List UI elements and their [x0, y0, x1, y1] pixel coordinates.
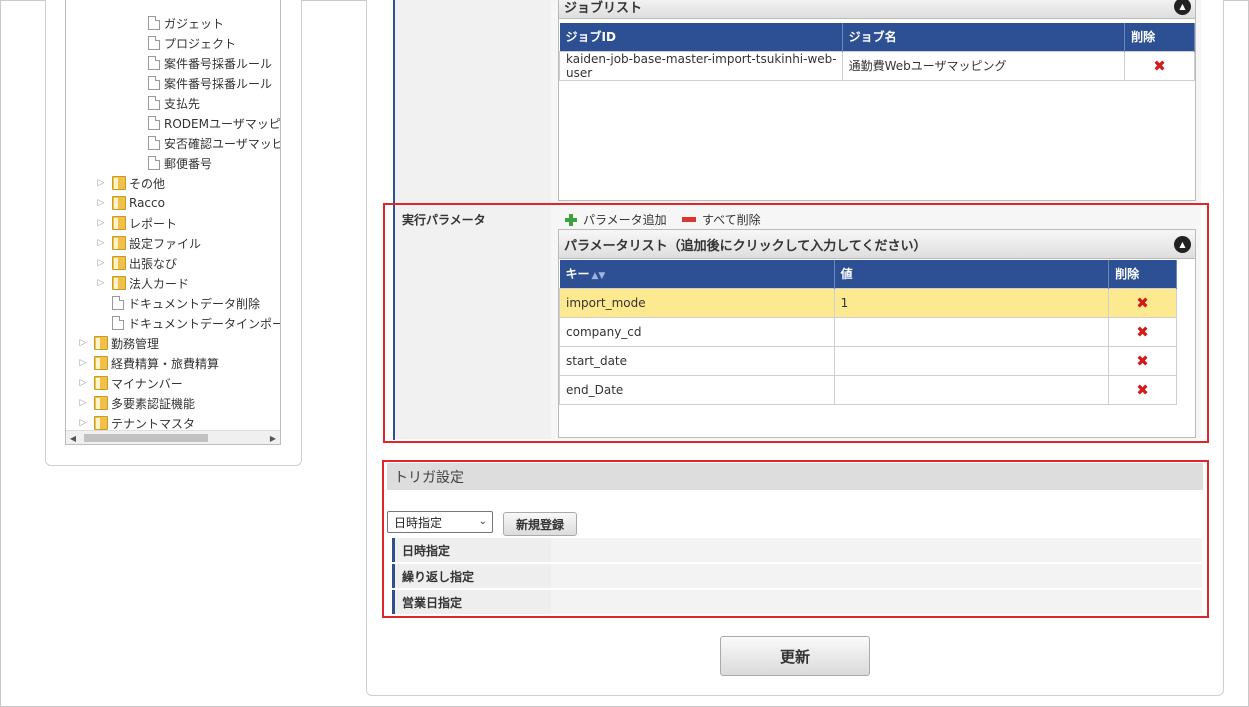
tree-item[interactable]: ▷ 勤務管理 [77, 333, 159, 353]
folder-icon [112, 176, 126, 190]
tree-item[interactable]: ▷ Racco [95, 193, 165, 213]
tree-item-label: 支払先 [164, 96, 201, 111]
tree-item[interactable]: プロジェクト [148, 33, 236, 53]
tree-item[interactable]: ▷ 多要素認証機能 [77, 393, 195, 413]
tree-item-label: RODEMユーザマッピ [164, 116, 281, 131]
tree-item-label: 多要素認証機能 [111, 396, 196, 411]
folder-icon [94, 416, 108, 430]
tree-item[interactable]: ▷ 経費精算・旅費精算 [77, 353, 219, 373]
document-icon [148, 36, 160, 50]
tree-item[interactable]: 案件番号採番ルール [148, 53, 272, 73]
job-list-title: ジョブリスト [564, 1, 643, 16]
scrollbar-thumb[interactable] [84, 434, 208, 442]
expand-arrow-icon[interactable]: ▷ [77, 377, 89, 389]
tree-item[interactable]: 安否確認ユーザマッピ [148, 133, 281, 153]
folder-icon [112, 276, 126, 290]
expand-arrow-icon[interactable]: ▷ [77, 357, 89, 369]
tree-item-label: Racco [129, 196, 165, 210]
expand-arrow-icon[interactable]: ▷ [77, 417, 89, 429]
tree-item[interactable]: RODEMユーザマッピ [148, 113, 281, 133]
collapse-up-icon[interactable]: ▲ [1174, 0, 1191, 15]
tree-item-label: ドキュメントデータインポー [128, 316, 281, 331]
document-icon [112, 296, 124, 310]
tree-item[interactable]: 案件番号採番ルール [148, 73, 272, 93]
document-icon [112, 316, 124, 330]
tree-item-label: その他 [129, 176, 166, 191]
col-job-name: ジョブ名 [842, 23, 1126, 51]
tree-item[interactable]: ▷ 設定ファイル [95, 233, 201, 253]
tree-item-label: 案件番号採番ルール [164, 56, 273, 71]
folder-icon [112, 216, 126, 230]
tree-view: ガジェットプロジェクト案件番号採番ルール 案件番号採番ルール 支払先 RODEMユーザ… [65, 0, 281, 445]
trigger-highlight-box [382, 460, 1209, 618]
tree-item[interactable]: ▷ マイナンバー [77, 373, 183, 393]
job-list-header: ジョブリスト ▲ [559, 0, 1195, 19]
expand-arrow-icon[interactable]: ▷ [95, 197, 107, 209]
document-icon [148, 156, 160, 170]
job-id-cell: kaiden-job-base-master-import-tsukinhi-w… [559, 50, 843, 81]
tree-item[interactable]: ▷ 法人カード [95, 273, 189, 293]
tree-item[interactable]: ドキュメントデータインポー [95, 313, 281, 333]
tree-item[interactable]: ドキュメントデータ削除 [95, 293, 260, 313]
tree-item-label: 安否確認ユーザマッピ [164, 136, 281, 151]
params-highlight-box [383, 203, 1209, 443]
expand-arrow-icon[interactable]: ▷ [95, 217, 107, 229]
scroll-left-icon[interactable]: ◀ [66, 431, 80, 444]
tree-item-label: マイナンバー [111, 376, 183, 391]
tree-item[interactable]: 郵便番号 [148, 153, 212, 173]
tree-item[interactable]: ガジェット [148, 13, 224, 33]
folder-icon [94, 336, 108, 350]
tree-item-label: 経費精算・旅費精算 [111, 356, 220, 371]
folder-icon [94, 376, 108, 390]
tree-item-label: 法人カード [129, 276, 190, 291]
tree-item-label: テナントマスタ [111, 416, 196, 431]
tree-item-label: 郵便番号 [164, 156, 213, 171]
tree-item[interactable]: ▷ レポート [95, 213, 177, 233]
document-icon [148, 136, 160, 150]
tree-item-label: 出張なび [129, 256, 178, 271]
col-job-id: ジョブID [559, 23, 843, 51]
col-delete: 削除 [1124, 23, 1195, 51]
folder-icon [94, 356, 108, 370]
tree-item-label: 勤務管理 [111, 336, 160, 351]
expand-arrow-icon[interactable]: ▷ [95, 237, 107, 249]
tree-item-label: 設定ファイル [129, 236, 202, 251]
job-label-cell [395, 0, 551, 203]
tree-item[interactable]: ▷ 出張なび [95, 253, 177, 273]
expand-arrow-icon[interactable]: ▷ [95, 277, 107, 289]
tree-horizontal-scrollbar[interactable]: ◀ ▶ [66, 430, 280, 444]
job-name-cell: 通勤費Webユーザマッピング [841, 50, 1126, 81]
expand-arrow-icon[interactable]: ▷ [95, 177, 107, 189]
tree-item-label: プロジェクト [164, 36, 237, 51]
folder-icon [112, 236, 126, 250]
scroll-right-icon[interactable]: ▶ [266, 431, 280, 444]
table-row[interactable]: kaiden-job-base-master-import-tsukinhi-w… [559, 50, 1195, 81]
document-icon [148, 56, 160, 70]
tree-item-label: ガジェット [164, 16, 225, 31]
document-icon [148, 16, 160, 30]
tree-item-label: ドキュメントデータ削除 [128, 296, 261, 311]
delete-icon[interactable]: ✖ [1124, 50, 1195, 81]
tree-item[interactable]: ▷ その他 [95, 173, 165, 193]
update-button[interactable]: 更新 [720, 636, 870, 676]
job-list-widget: ジョブリスト ▲ ジョブID ジョブ名 削除 kaiden-job-base-m… [558, 0, 1196, 201]
document-icon [148, 96, 160, 110]
folder-icon [94, 396, 108, 410]
expand-arrow-icon[interactable]: ▷ [95, 257, 107, 269]
tree-item-label: 案件番号採番ルール [164, 76, 273, 91]
tree-item[interactable]: 支払先 [148, 93, 200, 113]
tree-item-label: レポート [129, 216, 178, 231]
folder-icon [112, 256, 126, 270]
job-table: ジョブID ジョブ名 削除 kaiden-job-base-master-imp… [559, 23, 1195, 81]
expand-arrow-icon[interactable]: ▷ [77, 337, 89, 349]
expand-arrow-icon[interactable]: ▷ [77, 397, 89, 409]
folder-icon [112, 196, 126, 210]
document-icon [148, 116, 160, 130]
document-icon [148, 76, 160, 90]
